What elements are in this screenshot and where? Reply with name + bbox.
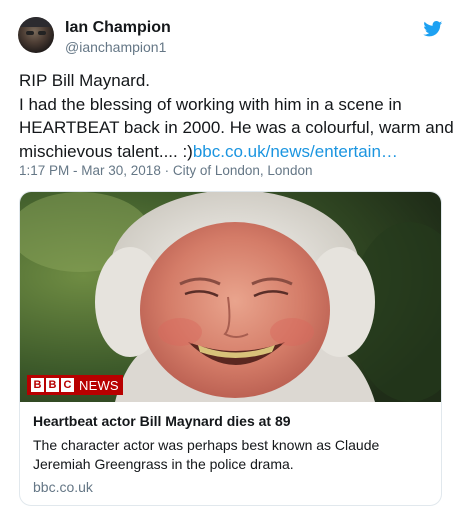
logo-block: B: [31, 378, 44, 392]
tweet-line-last: mischievous talent.... :)bbc.co.uk/news/…: [19, 140, 439, 164]
twitter-bird-icon[interactable]: [423, 21, 443, 37]
tweet-timestamp[interactable]: 1:17 PM - Mar 30, 2018: [19, 163, 161, 178]
author-name[interactable]: Ian Champion: [65, 19, 171, 37]
author-handle[interactable]: @ianchampion1: [65, 39, 166, 55]
logo-block: C: [61, 378, 74, 392]
avatar[interactable]: [18, 17, 54, 53]
card-description: The character actor was perhaps best kno…: [33, 436, 433, 474]
bbc-news-logo: B B C NEWS: [27, 375, 123, 395]
tweet-line: I had the blessing of working with him i…: [19, 94, 402, 114]
tweet-meta: 1:17 PM - Mar 30, 2018 · City of London,…: [19, 163, 312, 178]
article-link[interactable]: bbc.co.uk/news/entertain…: [193, 142, 398, 161]
card-body[interactable]: Heartbeat actor Bill Maynard dies at 89 …: [33, 412, 433, 495]
portrait-image: [20, 192, 441, 402]
card-title[interactable]: Heartbeat actor Bill Maynard dies at 89: [33, 412, 433, 430]
avatar-eye: [38, 31, 46, 35]
avatar-hat: [18, 17, 54, 27]
tweet-location[interactable]: City of London, London: [173, 163, 313, 178]
link-preview-card[interactable]: B B C NEWS Heartbeat actor Bill Maynard …: [19, 191, 442, 506]
tweet-text: RIP Bill Maynard. I had the blessing of …: [19, 69, 453, 164]
avatar-eye: [26, 31, 34, 35]
card-description-line: The character actor was perhaps best kno…: [33, 437, 380, 453]
card-description-line: Jeremiah Greengrass in the police drama.: [33, 456, 294, 472]
card-domain: bbc.co.uk: [33, 479, 93, 495]
tweet-line: RIP Bill Maynard.: [19, 71, 151, 90]
tweet-line-end: mischievous talent.... :): [19, 141, 193, 161]
meta-separator: ·: [164, 163, 170, 178]
logo-block: B: [46, 378, 59, 392]
article-photo[interactable]: B B C NEWS: [20, 192, 441, 402]
tweet-line: HEARTBEAT back in 2000. He was a colourf…: [19, 118, 453, 137]
logo-label: NEWS: [79, 377, 119, 393]
embedded-tweet: Ian Champion @ianchampion1 RIP Bill Mayn…: [0, 0, 453, 509]
tweet-header: Ian Champion @ianchampion1: [18, 15, 443, 57]
